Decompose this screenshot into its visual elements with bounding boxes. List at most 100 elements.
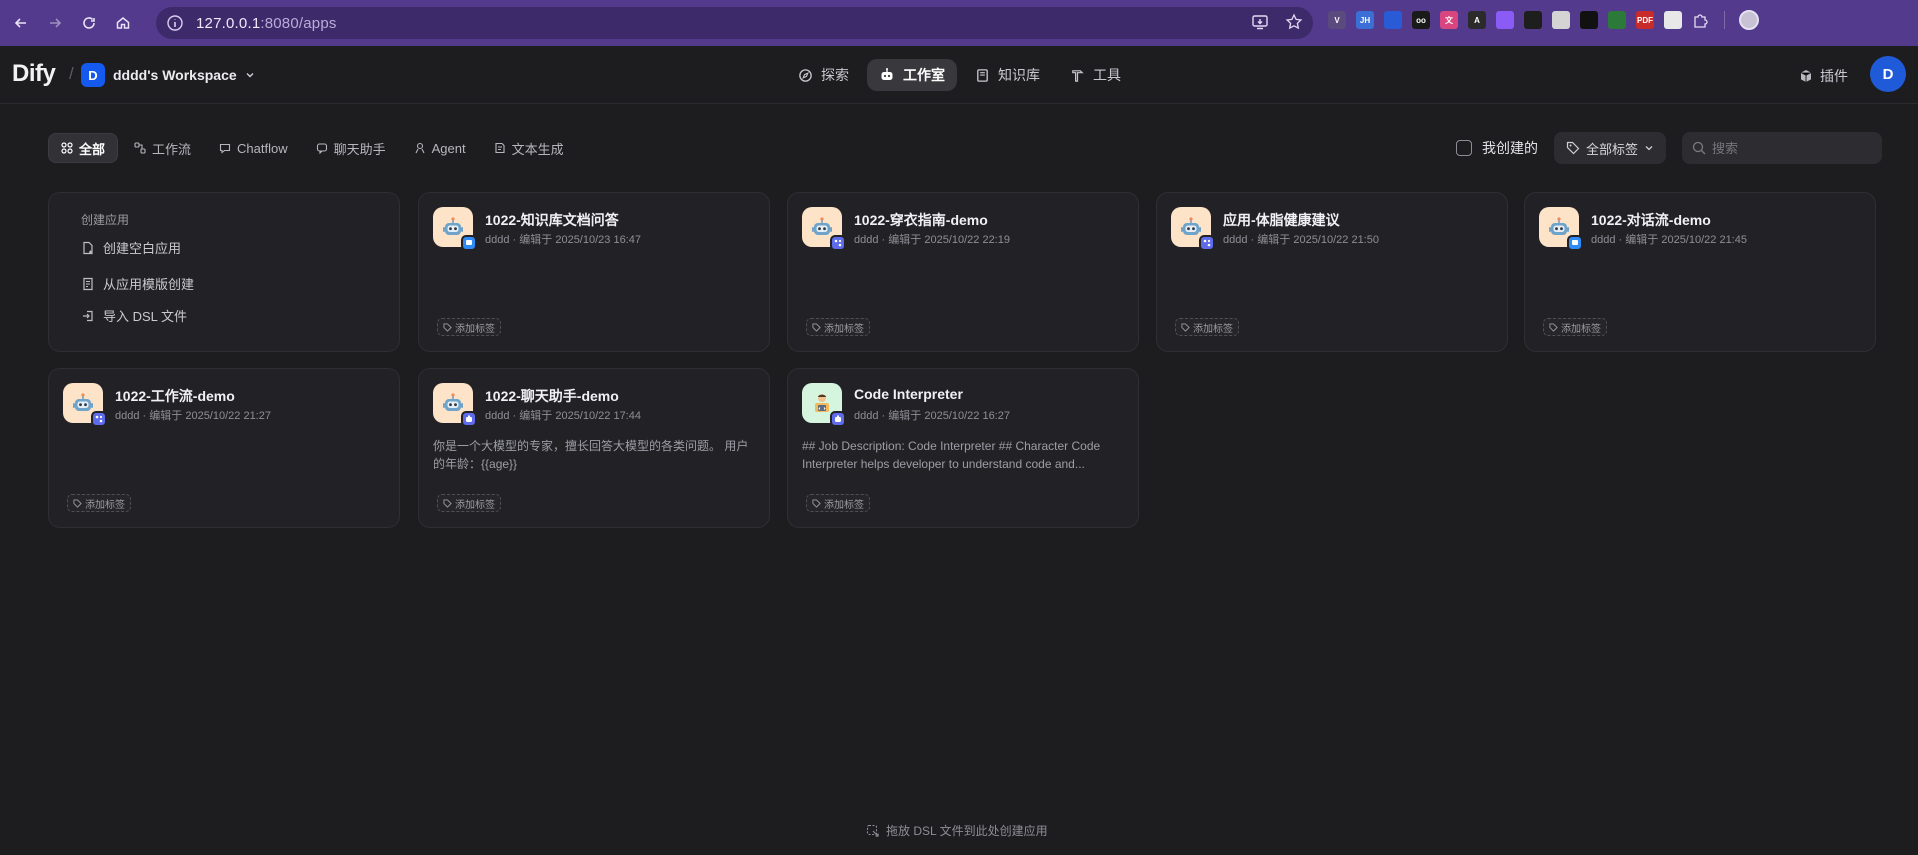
user-avatar[interactable]: D	[1870, 56, 1906, 92]
meta-separator: ·	[512, 234, 517, 246]
app-type-badge-icon	[1199, 235, 1215, 251]
browser-extension-icon[interactable]	[1524, 11, 1542, 29]
home-icon[interactable]	[110, 10, 136, 36]
browser-extension-icon[interactable]: A	[1468, 11, 1486, 29]
app-name: 1022-知识库文档问答	[485, 212, 619, 228]
add-tag-label: 添加标签	[824, 499, 864, 511]
tab-label: Agent	[431, 140, 466, 156]
nav-item-label: 工作室	[903, 67, 945, 83]
app-card[interactable]: 1022-穿衣指南-demo dddd · 编辑于 2025/10/22 22:1…	[787, 192, 1139, 352]
app-name: 1022-工作流-demo	[115, 388, 235, 404]
tag-icon	[812, 322, 821, 332]
robot-icon	[879, 67, 895, 83]
app-type-badge-icon	[830, 235, 846, 251]
browser-extension-icon[interactable]: PDF	[1636, 11, 1654, 29]
nav-item-0[interactable]: 探索	[786, 59, 861, 91]
breadcrumb-separator: /	[69, 64, 74, 83]
app-type-tabs: 全部 工作流 Chatflow 聊天助手 Agent 文本生成	[48, 133, 576, 163]
app-edited-time: 编辑于 2025/10/22 17:44	[519, 410, 641, 422]
reload-icon[interactable]	[76, 10, 102, 36]
app-author: dddd	[115, 410, 140, 422]
nav-item-2[interactable]: 知识库	[963, 59, 1052, 91]
add-tag-button[interactable]: 添加标签	[437, 318, 501, 336]
nav-item-1[interactable]: 工作室	[867, 59, 957, 91]
add-tag-button[interactable]: 添加标签	[67, 494, 131, 512]
nav-item-label: 工具	[1093, 67, 1121, 83]
browser-extension-icon[interactable]	[1580, 11, 1598, 29]
create-from-template-button[interactable]: 从应用模版创建	[81, 274, 194, 293]
create-blank-app-button[interactable]: 创建空白应用	[81, 238, 181, 257]
create-blank-app-label: 创建空白应用	[103, 241, 182, 256]
template-icon	[83, 277, 93, 290]
hammer-icon	[1070, 68, 1085, 83]
browser-extension-icon[interactable]: JH	[1356, 11, 1374, 29]
add-tag-button[interactable]: 添加标签	[1543, 318, 1607, 336]
created-by-me-checkbox[interactable]	[1456, 140, 1472, 156]
forward-icon[interactable]	[42, 10, 68, 36]
add-tag-label: 添加标签	[455, 499, 495, 511]
tab-2[interactable]: Chatflow	[207, 133, 300, 163]
nav-item-label: 知识库	[998, 67, 1040, 83]
app-type-badge-icon	[830, 411, 846, 427]
url-text: 127.0.0.1:8080/apps	[196, 15, 337, 32]
import-dsl-button[interactable]: 导入 DSL 文件	[81, 306, 187, 325]
tab-5[interactable]: 文本生成	[482, 133, 576, 163]
tag-filter-dropdown[interactable]: 全部标签	[1554, 132, 1667, 164]
bookmark-star-icon[interactable]	[1285, 13, 1303, 31]
browser-extension-icon[interactable]	[1664, 11, 1682, 29]
tab-0[interactable]: 全部	[48, 133, 119, 163]
workspace-name: dddd's Workspace	[113, 67, 237, 83]
tag-icon	[1566, 141, 1580, 155]
app-icon	[1539, 207, 1583, 251]
browser-profile-avatar[interactable]	[1739, 10, 1759, 30]
tab-3[interactable]: 聊天助手	[304, 133, 398, 163]
site-info-icon[interactable]	[166, 14, 184, 32]
add-tag-button[interactable]: 添加标签	[806, 318, 870, 336]
meta-separator: ·	[142, 410, 147, 422]
plugins-button[interactable]: 插件	[1798, 66, 1848, 86]
app-edited-time: 编辑于 2025/10/22 22:19	[888, 234, 1010, 246]
workspace-switcher[interactable]: D dddd's Workspace	[81, 63, 255, 87]
browser-extension-icon[interactable]: 文	[1440, 11, 1458, 29]
drop-file-icon	[866, 824, 879, 837]
app-card[interactable]: 应用-体脂健康建议 dddd · 编辑于 2025/10/22 21:50 添加标签	[1156, 192, 1508, 352]
search-box[interactable]	[1682, 132, 1883, 164]
tag-icon	[443, 498, 452, 508]
tab-1[interactable]: 工作流	[122, 133, 203, 163]
tab-4[interactable]: Agent	[402, 133, 478, 163]
browser-extension-icon[interactable]	[1552, 11, 1570, 29]
app-name: 1022-对话流-demo	[1591, 212, 1711, 228]
browser-extension-icon[interactable]	[1608, 11, 1626, 29]
workflow-icon	[134, 142, 146, 154]
add-tag-button[interactable]: 添加标签	[437, 494, 501, 512]
app-meta: dddd · 编辑于 2025/10/22 21:45	[1591, 231, 1747, 247]
add-tag-button[interactable]: 添加标签	[1175, 318, 1239, 336]
app-card[interactable]: 1022-工作流-demo dddd · 编辑于 2025/10/22 21:27…	[48, 368, 400, 528]
app-meta: dddd · 编辑于 2025/10/22 22:19	[854, 231, 1010, 247]
app-meta: dddd · 编辑于 2025/10/22 16:27	[854, 407, 1010, 423]
dify-logo[interactable]: Dify	[12, 60, 56, 88]
create-app-card: 创建应用 创建空白应用 从应用模版创建 导入 DSL 文件	[48, 192, 400, 352]
add-tag-button[interactable]: 添加标签	[806, 494, 870, 512]
filter-bar: 我创建的 全部标签	[1456, 132, 1883, 164]
app-card[interactable]: 1022-聊天助手-demo dddd · 编辑于 2025/10/22 17:4…	[418, 368, 770, 528]
app-card[interactable]: 1022-知识库文档问答 dddd · 编辑于 2025/10/23 16:47 添…	[418, 192, 770, 352]
app-card[interactable]: Code Interpreter dddd · 编辑于 2025/10/22 16…	[787, 368, 1139, 528]
tab-label: 聊天助手	[333, 141, 386, 157]
nav-item-3[interactable]: 工具	[1058, 59, 1133, 91]
app-card[interactable]: 1022-对话流-demo dddd · 编辑于 2025/10/22 21:45…	[1524, 192, 1876, 352]
address-bar[interactable]: 127.0.0.1:8080/apps	[156, 7, 1313, 39]
app-description: ## Job Description: Code Interpreter ## …	[802, 439, 1101, 471]
browser-extension-icon[interactable]	[1496, 11, 1514, 29]
browser-extension-icon[interactable]: V	[1328, 11, 1346, 29]
browser-extension-icon[interactable]: oo	[1412, 11, 1430, 29]
search-input[interactable]	[1712, 140, 1873, 156]
created-by-me-filter[interactable]: 我创建的	[1456, 138, 1538, 158]
tab-label: 工作流	[152, 141, 192, 157]
meta-separator: ·	[1250, 234, 1255, 246]
install-app-icon[interactable]	[1251, 13, 1269, 31]
back-icon[interactable]	[8, 10, 34, 36]
extensions-puzzle-icon[interactable]	[1692, 11, 1710, 29]
tab-label: 全部	[79, 141, 106, 157]
browser-extension-icon[interactable]	[1384, 11, 1402, 29]
